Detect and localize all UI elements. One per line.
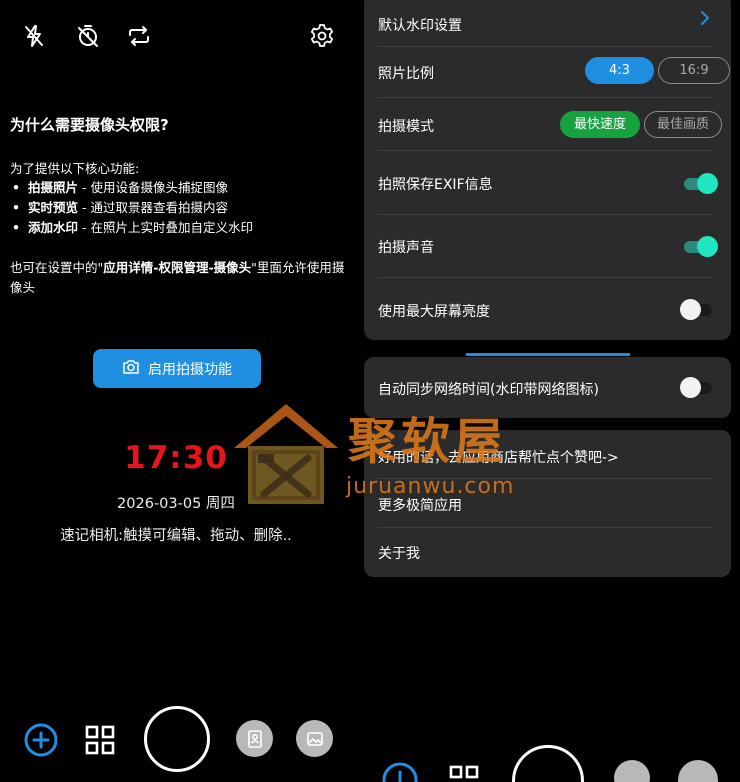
sync-time-label: 自动同步网络时间(水印带网络图标): [378, 382, 599, 398]
enable-camera-button[interactable]: 启用拍摄功能: [93, 349, 261, 388]
watermark-settings-item[interactable]: 默认水印设置: [378, 15, 713, 35]
exif-toggle[interactable]: [682, 173, 718, 194]
sync-time-toggle[interactable]: [680, 377, 716, 398]
camera-icon: [122, 358, 140, 380]
add-circle-icon[interactable]: [24, 723, 58, 757]
divider: [378, 150, 713, 151]
mode-option-fastest[interactable]: 最快速度: [560, 111, 640, 138]
image-gallery-icon[interactable]: [678, 760, 718, 782]
list-item: • 拍摄照片 - 使用设备摄像头捕捉图像: [12, 180, 228, 195]
camera-screen: 为什么需要摄像头权限? 为了提供以下核心功能: • 拍摄照片 - 使用设备摄像头捕…: [0, 0, 360, 782]
grid-icon[interactable]: [84, 724, 116, 756]
permission-intro: 为了提供以下核心功能:: [10, 161, 140, 176]
portrait-gallery-icon[interactable]: [236, 720, 273, 757]
watermark-brand: 聚软屋: [348, 413, 508, 470]
shutter-button[interactable]: [512, 745, 584, 782]
divider: [378, 46, 713, 47]
camera-bottom-bar: [0, 700, 360, 782]
shutter-button[interactable]: [144, 706, 210, 772]
divider: [378, 277, 713, 278]
max-brightness-label: 使用最大屏幕亮度: [378, 304, 490, 320]
permission-note: 也可在设置中的"应用详情-权限管理-摄像头"里面允许使用摄像头: [10, 260, 345, 295]
max-brightness-toggle[interactable]: [680, 299, 716, 320]
divider: [378, 527, 713, 528]
flash-off-icon[interactable]: [20, 22, 48, 50]
watermark-house-logo: [228, 398, 344, 508]
settings-card-main: 默认水印设置 照片比例 4:3 16:9 拍摄模式 最快速度 最佳画质 拍照保存…: [364, 0, 731, 340]
settings-screen: 默认水印设置 照片比例 4:3 16:9 拍摄模式 最快速度 最佳画质 拍照保存…: [360, 0, 740, 782]
mode-option-best-quality[interactable]: 最佳画质: [644, 111, 722, 138]
portrait-gallery-icon[interactable]: [614, 760, 650, 782]
permission-title: 为什么需要摄像头权限?: [10, 116, 169, 134]
settings-gear-icon[interactable]: [308, 22, 336, 50]
enable-camera-label: 启用拍摄功能: [148, 361, 232, 378]
sound-label: 拍摄声音: [378, 240, 434, 256]
switch-camera-icon[interactable]: [125, 22, 153, 50]
list-item: • 添加水印 - 在照片上实时叠加自定义水印: [12, 220, 253, 235]
grid-icon[interactable]: [448, 764, 480, 782]
camera-bottom-bar-dimmed: [360, 740, 740, 782]
ratio-option-4-3[interactable]: 4:3: [585, 57, 654, 84]
about-item[interactable]: 关于我: [378, 543, 713, 563]
divider: [378, 214, 713, 215]
memo-watermark[interactable]: 速记相机:触摸可编辑、拖动、删除..: [0, 524, 352, 545]
list-item: • 实时预览 - 通过取景器查看拍摄内容: [12, 200, 228, 215]
image-gallery-icon[interactable]: [296, 720, 333, 757]
timer-off-icon[interactable]: [74, 22, 102, 50]
hidden-button-edge: [466, 353, 630, 356]
divider: [378, 97, 713, 98]
exif-label: 拍照保存EXIF信息: [378, 177, 493, 193]
chevron-right-icon[interactable]: [699, 9, 711, 27]
feature-list: • 拍摄照片 - 使用设备摄像头捕捉图像 • 实时预览 - 通过取景器查看拍摄内容 …: [12, 178, 253, 238]
ratio-option-16-9[interactable]: 16:9: [658, 57, 730, 84]
watermark-domain: juruanwu.com: [346, 474, 515, 499]
sound-toggle[interactable]: [682, 236, 718, 257]
add-circle-icon[interactable]: [382, 762, 418, 782]
